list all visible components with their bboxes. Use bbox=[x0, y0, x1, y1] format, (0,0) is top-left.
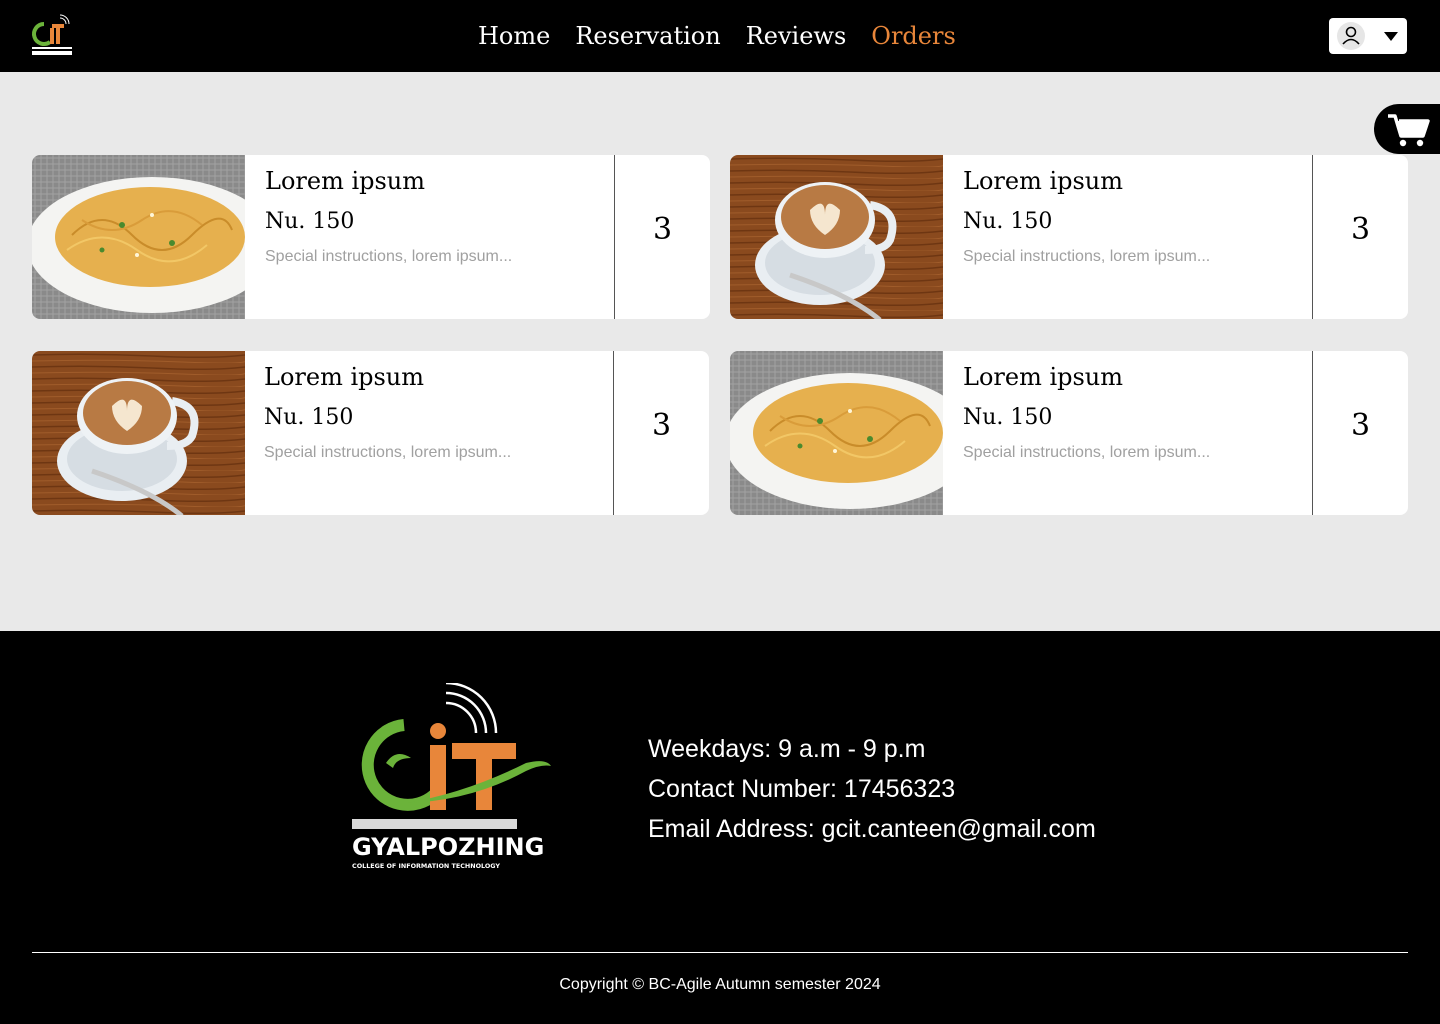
order-card: Lorem ipsum Nu. 150 Special instructions… bbox=[730, 155, 1408, 319]
spaghetti-photo bbox=[730, 351, 943, 515]
item-price: Nu. 150 bbox=[264, 405, 354, 430]
main-nav: Home Reservation Reviews Orders bbox=[478, 18, 956, 54]
footer: GYALPOZHING COLLEGE OF INFORMATION TECHN… bbox=[0, 631, 1440, 1024]
item-note: Special instructions, lorem ipsum... bbox=[265, 248, 513, 265]
item-quantity: 3 bbox=[652, 211, 673, 247]
nav-reservation[interactable]: Reservation bbox=[575, 18, 720, 54]
cart-button[interactable] bbox=[1374, 104, 1440, 154]
quantity-box[interactable]: 3 bbox=[613, 351, 709, 515]
copyright-text: Copyright © BC-Agile Autumn semester 202… bbox=[559, 976, 881, 993]
email-address: Email Address: gcit.canteen@gmail.com bbox=[648, 815, 1096, 843]
top-nav-bar: Home Reservation Reviews Orders bbox=[0, 0, 1440, 72]
item-name: Lorem ipsum bbox=[963, 363, 1124, 391]
quantity-box[interactable]: 3 bbox=[1312, 351, 1408, 515]
canteen-info: Weekdays: 9 a.m - 9 p.m Contact Number: … bbox=[648, 729, 1096, 849]
footer-divider bbox=[32, 952, 1408, 953]
item-name: Lorem ipsum bbox=[963, 167, 1124, 195]
latte-photo bbox=[730, 155, 943, 319]
item-name: Lorem ipsum bbox=[265, 167, 426, 195]
item-quantity: 3 bbox=[1350, 211, 1371, 247]
item-quantity: 3 bbox=[651, 407, 672, 443]
logo-title: GYALPOZHING bbox=[352, 833, 544, 861]
user-icon bbox=[1342, 26, 1360, 45]
item-quantity: 3 bbox=[1350, 407, 1371, 443]
item-name: Lorem ipsum bbox=[264, 363, 425, 391]
quantity-box[interactable]: 3 bbox=[1312, 155, 1408, 319]
latte-photo bbox=[32, 351, 245, 515]
chevron-down-icon bbox=[1384, 32, 1398, 41]
logo-subtitle: COLLEGE OF INFORMATION TECHNOLOGY bbox=[352, 862, 500, 870]
gcit-logo-large: GYALPOZHING COLLEGE OF INFORMATION TECHN… bbox=[352, 683, 551, 870]
user-menu-button[interactable] bbox=[1329, 18, 1407, 54]
item-price: Nu. 150 bbox=[963, 405, 1053, 430]
opening-hours: Weekdays: 9 a.m - 9 p.m bbox=[648, 735, 926, 763]
cart-icon bbox=[1388, 114, 1430, 147]
nav-reviews[interactable]: Reviews bbox=[746, 18, 847, 54]
item-price: Nu. 150 bbox=[265, 209, 355, 234]
quantity-box[interactable]: 3 bbox=[614, 155, 710, 319]
nav-orders[interactable]: Orders bbox=[871, 18, 956, 54]
item-note: Special instructions, lorem ipsum... bbox=[963, 248, 1211, 265]
contact-number: Contact Number: 17456323 bbox=[648, 775, 956, 803]
spaghetti-photo bbox=[32, 155, 245, 319]
gcit-logo[interactable] bbox=[30, 14, 76, 58]
avatar bbox=[1337, 22, 1365, 50]
item-note: Special instructions, lorem ipsum... bbox=[963, 444, 1211, 461]
item-price: Nu. 150 bbox=[963, 209, 1053, 234]
order-card: Lorem ipsum Nu. 150 Special instructions… bbox=[32, 155, 710, 319]
order-card: Lorem ipsum Nu. 150 Special instructions… bbox=[32, 351, 709, 515]
nav-home[interactable]: Home bbox=[478, 18, 550, 54]
order-card: Lorem ipsum Nu. 150 Special instructions… bbox=[730, 351, 1408, 515]
item-note: Special instructions, lorem ipsum... bbox=[264, 444, 512, 461]
